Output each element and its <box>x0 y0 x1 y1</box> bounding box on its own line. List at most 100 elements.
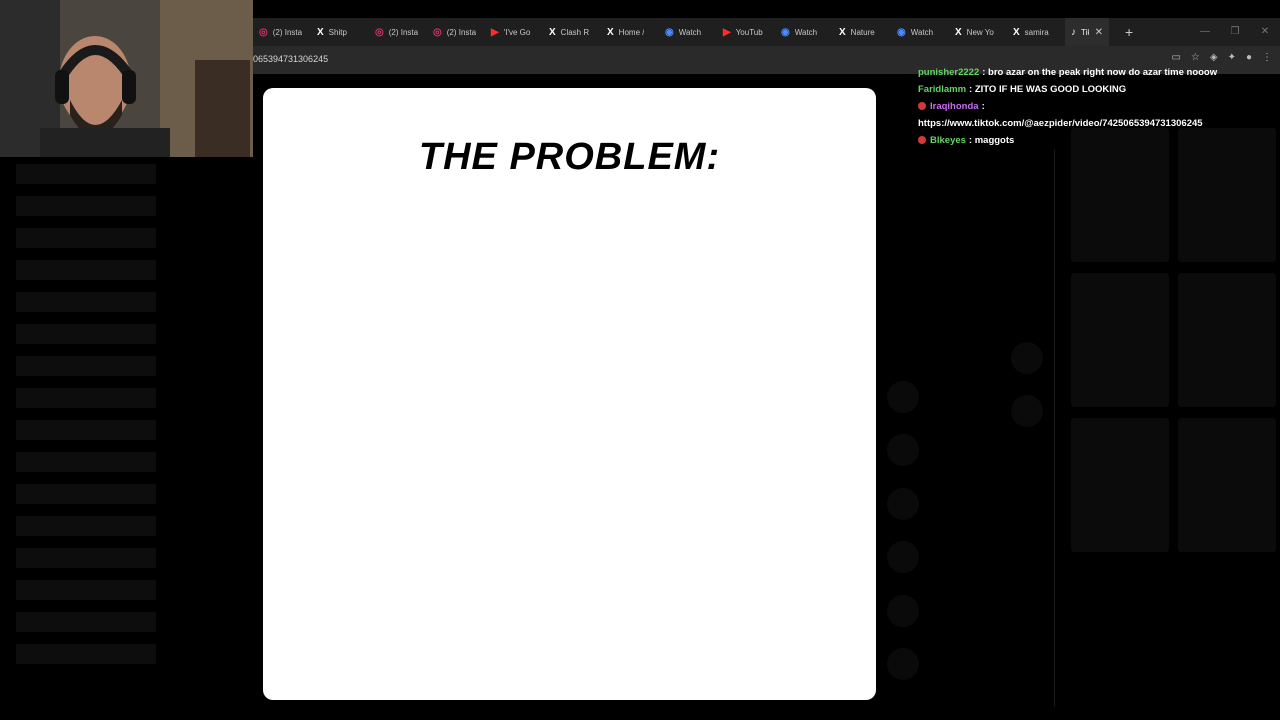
x-icon: X <box>955 26 962 38</box>
browser-tab[interactable]: ▶ 'I've Go <box>485 18 543 46</box>
chat-username[interactable]: punisher2222 <box>918 67 979 78</box>
list-item[interactable] <box>16 580 156 600</box>
chat-message: Faridlamm: ZITO IF HE WAS GOOD LOOKING <box>918 81 1258 98</box>
browser-tab[interactable]: X Shitp <box>311 18 369 46</box>
list-item[interactable] <box>16 612 156 632</box>
chat-message: https://www.tiktok.com/@aezpider/video/7… <box>918 115 1258 132</box>
tab-label: Clash R <box>560 27 590 37</box>
list-item[interactable] <box>16 324 156 344</box>
browser-tab-bar: ◎ (2) Insta X Shitp ◎ (2) Insta ◎ (2) Insta ▶ 'I'… <box>253 18 1280 46</box>
chat-username[interactable]: Blkeyes <box>930 135 966 146</box>
star-icon[interactable]: ☆ <box>1191 52 1200 63</box>
x-icon: X <box>839 26 846 38</box>
profile-icon[interactable]: ● <box>1246 52 1252 63</box>
action-button[interactable] <box>887 541 919 573</box>
puzzle-icon[interactable]: ✦ <box>1228 52 1236 63</box>
video-thumbnail[interactable] <box>1071 273 1169 407</box>
extension-icon[interactable]: ◈ <box>1210 52 1218 63</box>
list-item[interactable] <box>16 548 156 568</box>
browser-tab[interactable]: ◉ Watch <box>659 18 717 46</box>
video-thumbnail[interactable] <box>1178 273 1276 407</box>
chat-username[interactable]: Faridlamm <box>918 84 966 95</box>
tab-label: (2) Insta <box>446 27 477 37</box>
browser-tab[interactable]: ◉ Watch <box>891 18 949 46</box>
browser-tab[interactable]: Xsamira <box>1007 18 1065 46</box>
chat-message: punisher2222: bro azar on the peak right… <box>918 64 1258 81</box>
minimize-icon[interactable]: — <box>1190 18 1220 46</box>
close-window-icon[interactable]: ✕ <box>1250 18 1280 46</box>
youtube-icon: ▶ <box>491 26 499 38</box>
chat-text: https://www.tiktok.com/@aezpider/video/7… <box>918 118 1203 129</box>
browser-tab[interactable]: ▶ YouTub <box>717 18 775 46</box>
list-item[interactable] <box>16 644 156 664</box>
subscriber-badge-icon <box>918 136 926 144</box>
video-slide[interactable]: THE PROBLEM: <box>263 88 876 700</box>
tab-label: (2) Insta <box>388 27 419 37</box>
x-icon: X <box>549 26 556 38</box>
tab-label: YouTub <box>735 27 763 37</box>
action-button[interactable] <box>887 434 919 466</box>
tab-label: Shitp <box>328 27 347 37</box>
chat-message: Blkeyes: maggots <box>918 132 1258 149</box>
video-thumbnail[interactable] <box>1178 418 1276 552</box>
nav-down-button[interactable] <box>1011 395 1043 427</box>
list-item[interactable] <box>16 452 156 472</box>
list-item[interactable] <box>16 484 156 504</box>
sidebar-placeholder-list <box>16 164 156 676</box>
subscriber-badge-icon <box>918 102 926 110</box>
cast-icon[interactable]: ▭ <box>1171 52 1180 63</box>
action-button[interactable] <box>887 488 919 520</box>
x-icon: X <box>607 26 614 38</box>
x-icon: X <box>1013 26 1020 38</box>
watch-icon: ◉ <box>781 26 790 38</box>
list-item[interactable] <box>16 228 156 248</box>
nav-up-button[interactable] <box>1011 342 1043 374</box>
chat-overlay: punisher2222: bro azar on the peak right… <box>918 64 1258 149</box>
chat-username[interactable]: Iraqihonda <box>930 101 979 112</box>
instagram-icon: ◎ <box>433 26 442 38</box>
window-controls: — ❐ ✕ <box>1190 18 1280 46</box>
list-item[interactable] <box>16 356 156 376</box>
chat-text: : ZITO IF HE WAS GOOD LOOKING <box>969 84 1127 95</box>
list-item[interactable] <box>16 420 156 440</box>
chat-text: : <box>981 101 985 112</box>
list-item[interactable] <box>16 260 156 280</box>
list-item[interactable] <box>16 196 156 216</box>
video-thumbnail[interactable] <box>1071 418 1169 552</box>
watch-icon: ◉ <box>897 26 906 38</box>
action-button[interactable] <box>887 595 919 627</box>
toolbar-icons: ▭ ☆ ◈ ✦ ● ⋮ <box>1171 52 1272 63</box>
tab-label: New Yo <box>966 27 994 37</box>
menu-icon[interactable]: ⋮ <box>1262 52 1272 63</box>
instagram-icon: ◎ <box>375 26 384 38</box>
list-item[interactable] <box>16 164 156 184</box>
youtube-icon: ▶ <box>723 26 731 38</box>
tab-label: Home / <box>618 27 645 37</box>
browser-tab[interactable]: X Nature <box>833 18 891 46</box>
new-tab-button[interactable]: + <box>1125 24 1133 40</box>
webcam-overlay <box>0 0 253 157</box>
tab-label: Tik <box>1081 27 1089 37</box>
tab-active-tiktok[interactable]: ♪ Tik ✕ <box>1065 18 1109 46</box>
list-item[interactable] <box>16 516 156 536</box>
browser-tab[interactable]: X Home / <box>601 18 659 46</box>
restore-icon[interactable]: ❐ <box>1220 18 1250 46</box>
url-field[interactable]: 065394731306245 <box>253 54 328 64</box>
browser-tab[interactable]: X Clash R <box>543 18 601 46</box>
browser-tab[interactable]: ◎ (2) Insta <box>253 18 311 46</box>
browser-tab[interactable]: ◉ Watch <box>775 18 833 46</box>
action-button[interactable] <box>887 381 919 413</box>
streamer-webcam-image <box>0 0 253 157</box>
close-tab-icon[interactable]: ✕ <box>1095 27 1103 38</box>
browser-tab[interactable]: X New Yo <box>949 18 1007 46</box>
x-icon: X <box>317 26 324 38</box>
chat-text: : bro azar on the peak right now do azar… <box>982 67 1218 78</box>
list-item[interactable] <box>16 388 156 408</box>
chat-message: Iraqihonda: <box>918 98 1258 115</box>
tab-label: samira <box>1024 27 1049 37</box>
action-button[interactable] <box>887 648 919 680</box>
browser-tab[interactable]: ◎ (2) Insta <box>369 18 427 46</box>
instagram-icon: ◎ <box>259 26 268 38</box>
browser-tab[interactable]: ◎ (2) Insta <box>427 18 485 46</box>
list-item[interactable] <box>16 292 156 312</box>
